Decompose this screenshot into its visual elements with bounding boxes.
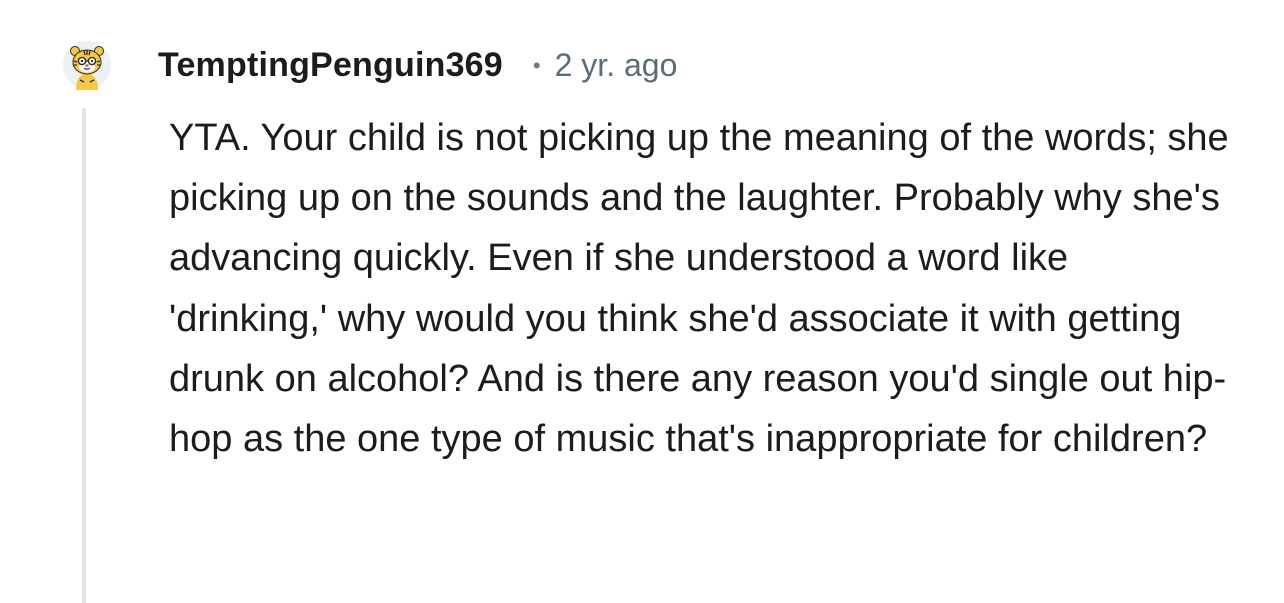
author-username[interactable]: TemptingPenguin369 [158,46,503,85]
comment-body: YTA. Your child is not picking up the me… [169,117,1229,461]
avatar[interactable] [62,40,112,90]
comment-timestamp[interactable]: 2 yr. ago [555,47,678,84]
comment-header: TemptingPenguin369 • 2 yr. ago [158,40,677,90]
separator-dot: • [532,53,541,78]
tiger-snoo-avatar-icon [63,41,111,90]
comment: TemptingPenguin369 • 2 yr. ago YTA. Your… [0,0,1284,603]
thread-collapse-line[interactable] [82,108,86,603]
